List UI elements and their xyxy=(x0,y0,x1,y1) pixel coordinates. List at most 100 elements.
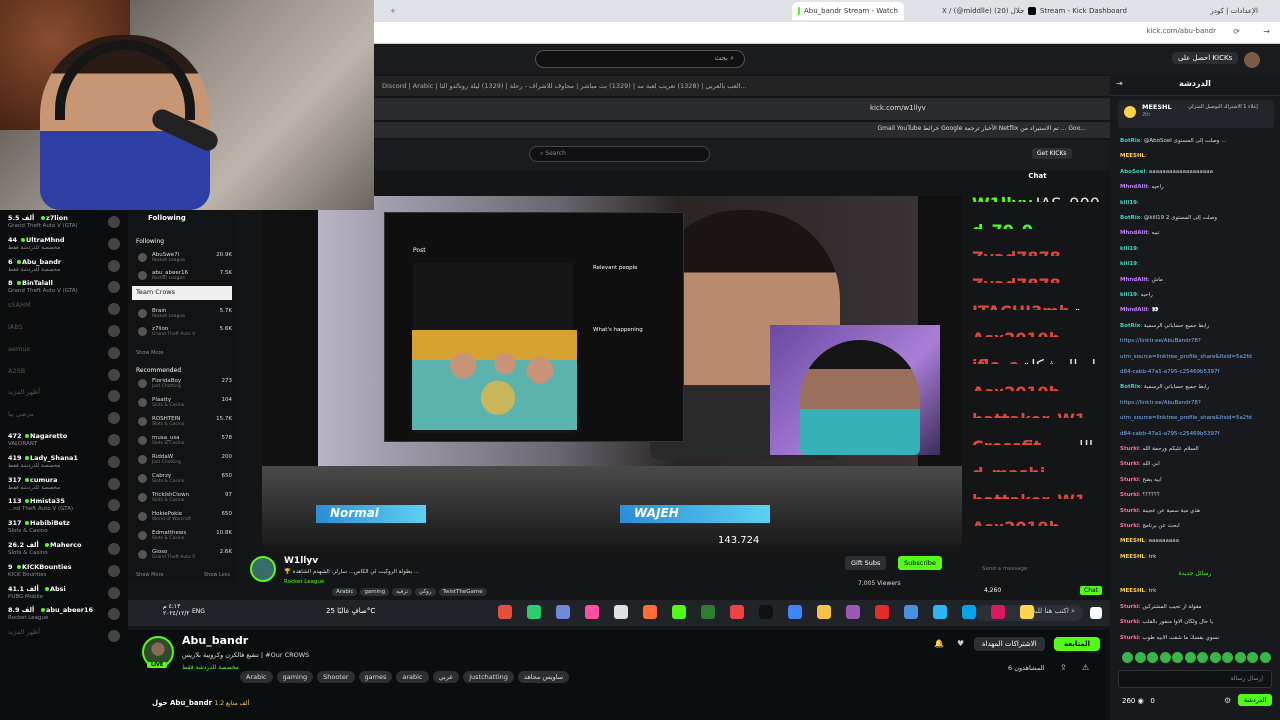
stream-tag[interactable]: justchatting xyxy=(463,671,514,683)
stream-category[interactable]: مخصصة للدردشة فقط xyxy=(182,664,239,671)
sidebar-channel[interactable]: sSAHM xyxy=(0,299,128,321)
emote-icon[interactable] xyxy=(1184,652,1196,663)
stream-tag[interactable]: عربي xyxy=(432,671,460,683)
youtube-icon[interactable] xyxy=(875,605,889,619)
media-icon[interactable] xyxy=(672,605,686,619)
taskbar-clock: ٤:١٣ م ٢٠٢٤/١٢/٢ xyxy=(163,603,190,617)
stream-tag[interactable]: arabic xyxy=(396,671,429,683)
sidebar-channel[interactable]: Nagaretto 472 VALORANT xyxy=(0,430,128,452)
notepad-icon[interactable] xyxy=(614,605,628,619)
sidebar-channel[interactable]: z7lion 5.5 ألف Grand Theft Auto V (GTA) xyxy=(0,212,128,234)
inner-tag: ترفيه xyxy=(392,588,412,596)
get-kicks-button[interactable]: احصل على KICKs xyxy=(1172,52,1239,64)
emote-icon[interactable] xyxy=(1147,652,1158,663)
sidebar-channel[interactable]: KICKBounties 9 KICK Bounties xyxy=(0,561,128,583)
report-icon[interactable]: ⚠ xyxy=(1082,663,1089,672)
inner-chat-message: hattaker_W1 xyxy=(972,410,1102,418)
channel-name: Hmista35 xyxy=(30,497,65,506)
notification-icon[interactable]: 🔔 xyxy=(934,639,944,648)
user-avatar[interactable] xyxy=(1244,52,1260,68)
app-icon[interactable] xyxy=(730,605,744,619)
emote-icon[interactable] xyxy=(1234,652,1246,663)
new-messages-divider[interactable]: رسائل جديدة xyxy=(1110,570,1280,577)
sidebar-channel[interactable]: Maherco 26.2 ألف Slots & Casino xyxy=(0,539,128,561)
emote-icon[interactable] xyxy=(1209,652,1221,663)
sidebar-channel[interactable]: cumura 317 مخصصة للدردشة فقط xyxy=(0,474,128,496)
stream-tag[interactable]: gaming xyxy=(276,671,314,683)
share-icon[interactable]: ⇪ xyxy=(1060,663,1067,672)
sidebar-channel[interactable]: Lady_Shana1 419 مخصصة للدردشة فقط xyxy=(0,452,128,474)
channel-avatar xyxy=(108,303,120,316)
chrome-icon[interactable] xyxy=(788,605,802,619)
search-input[interactable]: بحث ⌕ xyxy=(535,50,745,68)
channel-name: A2SB xyxy=(8,366,26,375)
collapse-chat-icon[interactable]: ⇥ xyxy=(1116,79,1123,88)
sidebar-channel[interactable]: UltraMhnd 44 مخصصة للدردشة فقط xyxy=(0,234,128,256)
sidebar-channel[interactable]: abu_abeer16 8.9 ألف Rocket League xyxy=(0,604,128,626)
channel-category: KICK Bounties xyxy=(8,571,47,578)
reload-icon[interactable]: ⟳ xyxy=(1233,27,1240,36)
emote-icon[interactable] xyxy=(1172,652,1183,663)
edge-icon[interactable] xyxy=(962,605,976,619)
sidebar-channel[interactable]: Hmista35 113 ...nd Theft Auto V (GTA) xyxy=(0,495,128,517)
app-icon[interactable] xyxy=(846,605,860,619)
sidebar-channel[interactable]: BinTalall 8 Grand Theft Auto V (GTA) xyxy=(0,277,128,299)
sidebar-channel[interactable]: أظهر المزيد xyxy=(0,386,128,408)
app-icon[interactable] xyxy=(991,605,1005,619)
address-bar[interactable]: kick.com/abu-bandr ⟳ → xyxy=(374,22,1280,44)
emote-icon[interactable] xyxy=(1222,652,1233,663)
emote-icon[interactable] xyxy=(1197,652,1208,663)
chat-message: https://linktr.ee/AbuBandr78? xyxy=(1120,399,1201,406)
pinned-message[interactable]: MEESHL إعلاء ‏1 الاشتراك التوصيل المنزلي… xyxy=(1118,100,1274,128)
app-icon[interactable] xyxy=(527,605,541,619)
live-dot-icon xyxy=(45,543,49,547)
tab-settings[interactable]: الإعدادات | كودز xyxy=(1154,2,1264,20)
folder-icon[interactable] xyxy=(817,605,831,619)
inner-show-less[interactable]: Show Less xyxy=(204,572,230,578)
sidebar-channel[interactable]: HabibiBetz 317 Slots & Casino xyxy=(0,517,128,539)
emote-icon[interactable] xyxy=(1122,652,1133,663)
inner-search: ⌕ Search xyxy=(529,146,710,162)
discord-icon[interactable] xyxy=(556,605,570,619)
follow-button[interactable]: المتابعة xyxy=(1054,637,1101,651)
app-icon[interactable] xyxy=(1020,605,1034,619)
gifted-subs-button[interactable]: الاشتراكات المهداة xyxy=(974,637,1045,651)
sidebar-channel[interactable]: Abu_bandr 6 مخصصة للدردشة فقط xyxy=(0,256,128,278)
tab-kick-dashboard[interactable]: Stream - Kick Dashboard xyxy=(1034,2,1144,20)
heart-icon[interactable]: ♥ xyxy=(957,639,964,648)
tiktok-icon[interactable] xyxy=(585,605,599,619)
stream-tag[interactable]: Shooter xyxy=(317,671,355,683)
inner-show-more[interactable]: Show More xyxy=(136,350,163,356)
stream-tag[interactable]: Arabic xyxy=(240,671,273,683)
app-icon[interactable] xyxy=(933,605,947,619)
viewer-count: 8 xyxy=(8,279,13,288)
video-score: 143.724 xyxy=(718,535,760,546)
new-tab-button[interactable]: + xyxy=(384,2,474,20)
chat-send-button[interactable]: الدردشة xyxy=(1238,694,1273,706)
app-icon[interactable] xyxy=(701,605,715,619)
stream-tag[interactable]: ساويس محاهد xyxy=(517,671,570,683)
tab-abu-bandr-stream[interactable]: Abu_bandr Stream - Watch xyxy=(792,2,904,20)
sidebar-channel[interactable]: aemux xyxy=(0,343,128,365)
emote-icon[interactable] xyxy=(1247,652,1258,663)
emote-icon[interactable] xyxy=(1134,652,1146,663)
emote-icon[interactable] xyxy=(1159,652,1171,663)
tiktok-icon[interactable] xyxy=(759,605,773,619)
chat-input[interactable]: إرسال رسالة xyxy=(1118,670,1272,688)
sidebar-channel[interactable]: أظهر المزيد xyxy=(0,626,128,648)
sidebar-channel[interactable]: IABS xyxy=(0,321,128,343)
sidebar-channel[interactable]: A2SB xyxy=(0,365,128,387)
streamer-name[interactable]: Abu_bandr xyxy=(182,634,248,647)
brave-icon[interactable] xyxy=(643,605,657,619)
sidebar-channel[interactable]: مرضى بيا xyxy=(0,408,128,430)
app-icon[interactable] xyxy=(498,605,512,619)
back-icon[interactable]: → xyxy=(1263,27,1270,36)
tab-x-twitter[interactable]: X / (@middlle) جلال (20) xyxy=(936,2,1046,20)
sidebar-channel[interactable]: Absi 41.1 ألف PUBG Mobile xyxy=(0,583,128,605)
inner-show-more-2[interactable]: Show More xyxy=(136,572,163,578)
inner-recommended-item: Cabrzy Slots & Casino 650 xyxy=(138,473,234,485)
stream-tag[interactable]: games xyxy=(358,671,393,683)
emote-icon[interactable] xyxy=(1259,652,1271,663)
app-icon[interactable] xyxy=(904,605,918,619)
chat-settings-icon[interactable]: ⚙ xyxy=(1224,696,1231,705)
